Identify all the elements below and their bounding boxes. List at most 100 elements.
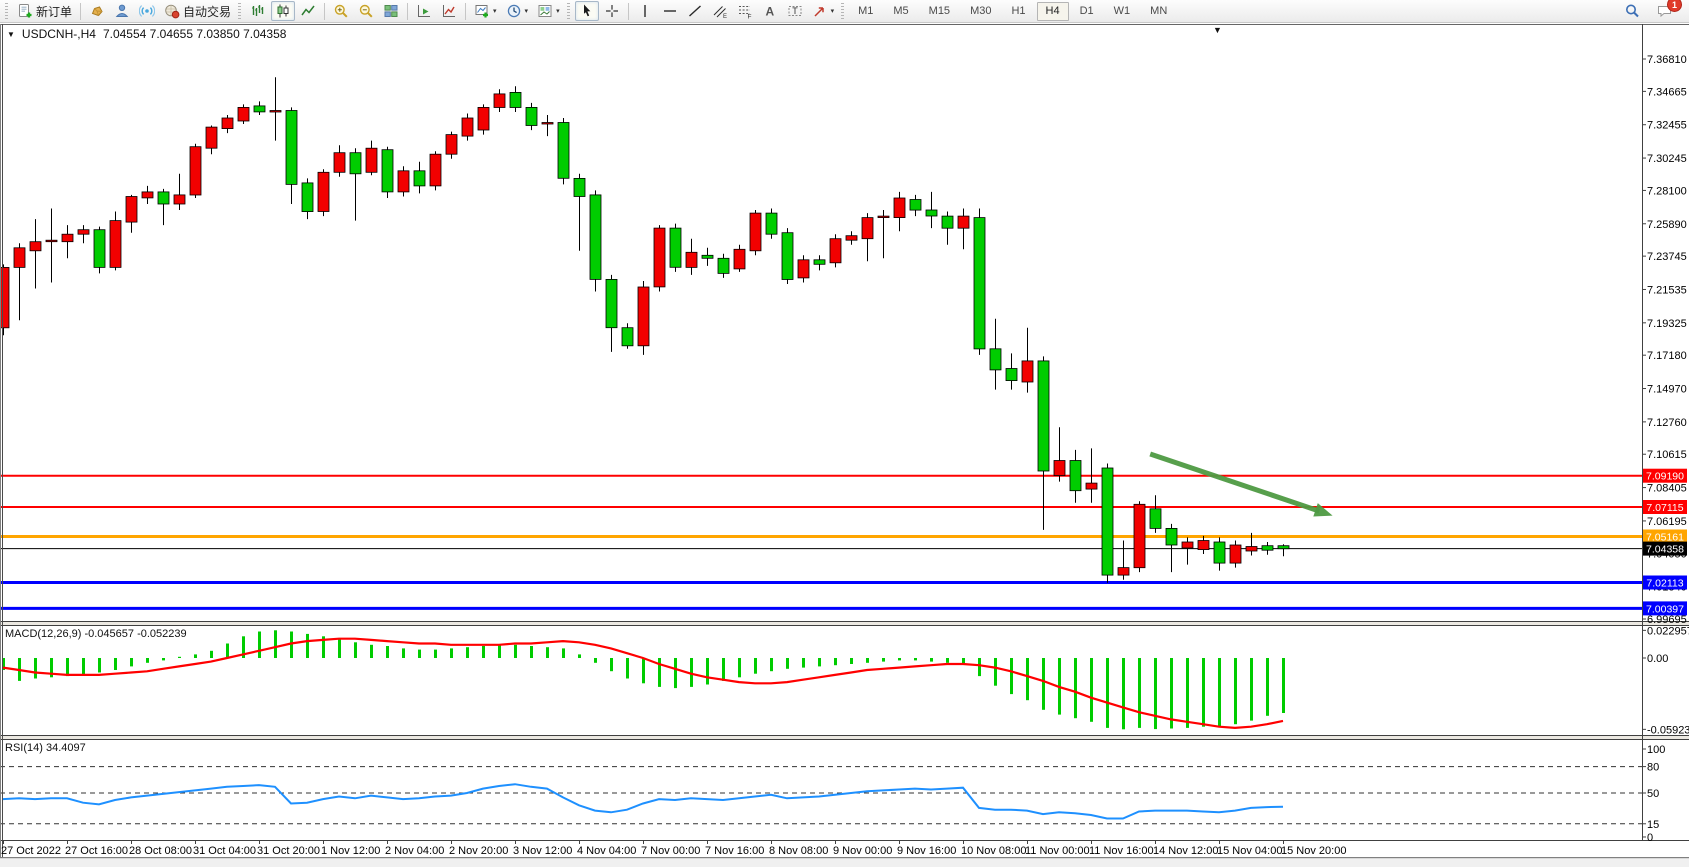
- text-button[interactable]: A: [758, 1, 782, 21]
- candle-body: [974, 218, 985, 349]
- macd-histogram-bar: [1234, 658, 1237, 724]
- cursor-button[interactable]: [575, 1, 599, 21]
- candles-chart-button[interactable]: [271, 1, 295, 21]
- trendline-button[interactable]: [683, 1, 707, 21]
- timeframe-button-w1[interactable]: W1: [1105, 2, 1140, 21]
- time-axis-label: 11 Nov 00:00: [1025, 845, 1090, 857]
- horizontal-line-button[interactable]: [658, 1, 682, 21]
- axis-tick-label: 7.21535: [1647, 285, 1687, 297]
- signals-button[interactable]: [135, 1, 159, 21]
- search-button[interactable]: [1620, 1, 1644, 21]
- zoom-in-button[interactable]: [329, 1, 353, 21]
- macd-histogram-bar: [1170, 658, 1173, 729]
- arrows-icon: [812, 3, 828, 19]
- equidistant-channel-button[interactable]: E: [708, 1, 732, 21]
- candle-body: [1134, 504, 1145, 567]
- chat-button[interactable]: 1: [1652, 1, 1676, 21]
- candle-body: [958, 216, 969, 228]
- toolbar-grip[interactable]: [238, 3, 241, 19]
- timeframe-button-m1[interactable]: M1: [849, 2, 882, 21]
- chart-area[interactable]: 7.368107.346657.324557.302457.281007.258…: [0, 0, 1689, 866]
- axis-tick-label: 50: [1647, 788, 1659, 800]
- macd-histogram-bar: [722, 658, 725, 681]
- macd-histogram-bar: [1218, 658, 1221, 726]
- candle-body: [254, 106, 265, 112]
- new-chart-button[interactable]: ▾: [470, 1, 501, 21]
- new-order-icon: [17, 3, 33, 19]
- macd-histogram-bar: [82, 658, 85, 675]
- toolbar-separator: [465, 3, 466, 20]
- pane-splitter[interactable]: [0, 622, 1689, 626]
- chart-symbol-label: USDCNH-,H4: [22, 27, 96, 41]
- candle-body: [510, 92, 521, 107]
- fibonacci-button[interactable]: F: [733, 1, 757, 21]
- macd-histogram-bar: [1090, 658, 1093, 722]
- macd-histogram-bar: [1122, 658, 1125, 729]
- time-axis-label: 1 Nov 12:00: [321, 845, 380, 857]
- chart-shift-button[interactable]: [412, 1, 436, 21]
- tile-windows-button[interactable]: [379, 1, 403, 21]
- timeframe-button-d1[interactable]: D1: [1071, 2, 1103, 21]
- time-axis-label: 7 Nov 16:00: [705, 845, 764, 857]
- time-axis-label: 8 Nov 08:00: [769, 845, 828, 857]
- zoom-out-button[interactable]: [354, 1, 378, 21]
- community-button[interactable]: [110, 1, 134, 21]
- horizontal-line-icon: [662, 3, 678, 19]
- toolbar-separator: [407, 3, 408, 20]
- time-axis-label: 15 Nov 04:00: [1217, 845, 1282, 857]
- crosshair-button[interactable]: [600, 1, 624, 21]
- timeframe-button-mn[interactable]: MN: [1141, 2, 1176, 21]
- pane-splitter[interactable]: [0, 736, 1689, 740]
- new-order-label: 新订单: [36, 3, 72, 20]
- channel-icon: E: [712, 3, 728, 19]
- macd-histogram-bar: [146, 658, 149, 663]
- timeframe-button-m15[interactable]: M15: [920, 2, 959, 21]
- toolbar-grip[interactable]: [841, 3, 844, 19]
- label-button[interactable]: T: [783, 1, 807, 21]
- axis-tick-label: 100: [1647, 744, 1665, 756]
- auto-scroll-button[interactable]: [437, 1, 461, 21]
- axis-tick-label: 7.34665: [1647, 86, 1687, 98]
- candle-body: [478, 107, 489, 130]
- templates-button[interactable]: ▾: [533, 1, 564, 21]
- candle-body: [1086, 483, 1097, 489]
- market-icon: [89, 3, 105, 19]
- macd-histogram-bar: [1202, 658, 1205, 727]
- macd-histogram-bar: [386, 646, 389, 658]
- fibonacci-icon: F: [737, 3, 753, 19]
- macd-histogram-bar: [338, 639, 341, 658]
- toolbar-grip[interactable]: [5, 3, 8, 19]
- time-axis-label: 9 Nov 00:00: [833, 845, 892, 857]
- candle-body: [126, 197, 137, 223]
- candle-body: [494, 94, 505, 108]
- candle-body: [398, 171, 409, 192]
- toolbar-grip[interactable]: [567, 3, 570, 19]
- macd-histogram-bar: [850, 658, 853, 664]
- vertical-line-button[interactable]: [633, 1, 657, 21]
- macd-histogram-bar: [642, 658, 645, 683]
- chart-menu-arrow-icon[interactable]: ▼: [1213, 25, 1222, 35]
- axis-tick-label: 7.08405: [1647, 483, 1687, 495]
- time-axis-label: 14 Nov 12:00: [1153, 845, 1218, 857]
- chart-title-arrow-icon[interactable]: ▼: [7, 30, 15, 39]
- toolbar-separator: [80, 3, 81, 20]
- bars-chart-button[interactable]: [246, 1, 270, 21]
- bars-chart-icon: [250, 3, 266, 19]
- arrows-button[interactable]: ▾: [808, 1, 839, 21]
- macd-histogram-bar: [898, 658, 901, 660]
- line-chart-button[interactable]: [296, 1, 320, 21]
- timeframe-button-h4[interactable]: H4: [1037, 2, 1069, 21]
- new-order-button[interactable]: 新订单: [13, 1, 76, 21]
- timeframe-button-h1[interactable]: H1: [1002, 2, 1034, 21]
- auto-trading-button[interactable]: 自动交易: [160, 1, 235, 21]
- macd-histogram-bar: [754, 658, 757, 674]
- timeframe-button-m30[interactable]: M30: [961, 2, 1000, 21]
- axis-tick-label: 7.36810: [1647, 54, 1687, 66]
- candle-body: [590, 195, 601, 280]
- axis-tick-label: 7.19325: [1647, 318, 1687, 330]
- timeframe-button-m5[interactable]: M5: [884, 2, 917, 21]
- line-chart-icon: [300, 3, 316, 19]
- market-button[interactable]: [85, 1, 109, 21]
- toolbar-separator: [324, 3, 325, 20]
- periodicity-button[interactable]: ▾: [502, 1, 533, 21]
